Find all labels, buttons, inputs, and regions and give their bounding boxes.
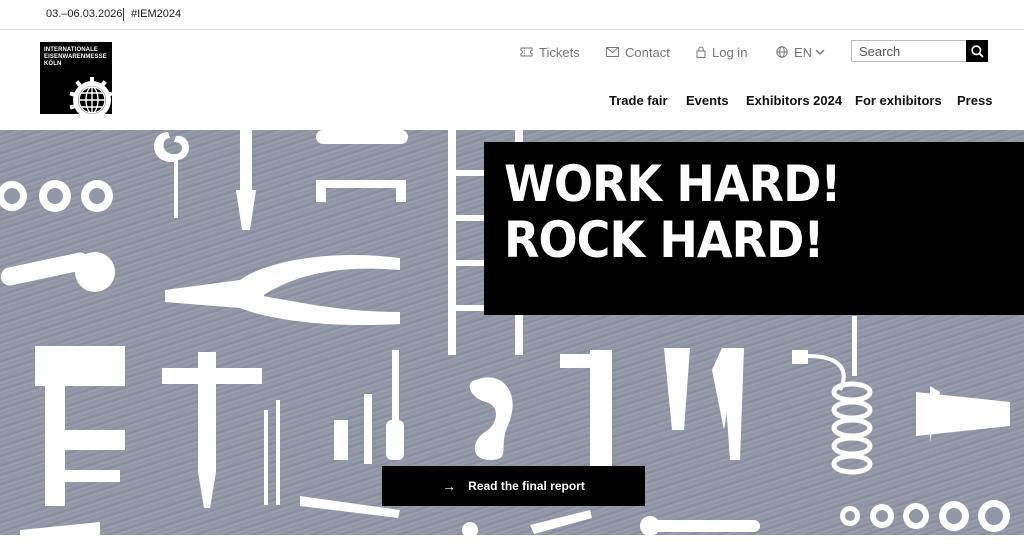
lock-icon — [696, 46, 706, 58]
hero-headline-line-2: ROCK HARD! — [504, 211, 824, 269]
chevron-down-icon — [815, 49, 825, 55]
search-icon — [970, 44, 984, 58]
tickets-label: Tickets — [539, 44, 580, 60]
contact-link[interactable]: Contact — [606, 42, 670, 62]
search-input[interactable] — [852, 41, 966, 61]
logo-line-2: EISENWARENMESSE — [44, 54, 107, 60]
site-header: INTERNATIONALE EISENWARENMESSE KÖLN Tick… — [0, 30, 1024, 130]
envelope-icon — [606, 47, 619, 57]
tickets-link[interactable]: Tickets — [520, 42, 580, 62]
event-date: 03.–06.03.2026 — [46, 8, 123, 20]
logo-line-1: INTERNATIONALE — [44, 47, 98, 53]
nav-for-exhibitors[interactable]: For exhibitors — [855, 93, 942, 111]
top-strip: 03.–06.03.2026 #IEM2024 — [0, 0, 1024, 30]
globe-icon — [776, 46, 788, 58]
hero-headline-line-1: WORK HARD! — [504, 155, 841, 213]
site-logo[interactable]: INTERNATIONALE EISENWARENMESSE KÖLN — [40, 42, 112, 114]
page-bottom-strip — [0, 535, 1024, 553]
language-selector[interactable]: EN — [776, 42, 825, 62]
arrow-right-icon: → — [442, 478, 457, 494]
nav-exhibitors-2024[interactable]: Exhibitors 2024 — [746, 93, 842, 111]
nav-press[interactable]: Press — [957, 93, 992, 111]
login-label: Log in — [712, 44, 748, 60]
logo-line-3: KÖLN — [44, 61, 62, 67]
read-final-report-label: Read the final report — [468, 479, 585, 493]
divider — [123, 8, 124, 21]
gear-globe-icon — [69, 77, 112, 114]
search-button[interactable] — [966, 40, 988, 62]
nav-events[interactable]: Events — [686, 93, 729, 111]
hero-banner: WORK HARD! ROCK HARD! → Read the final r… — [0, 130, 1024, 535]
hero-headline-box: WORK HARD! ROCK HARD! — [484, 142, 1024, 315]
ticket-icon — [520, 47, 533, 57]
event-hashtag[interactable]: #IEM2024 — [131, 8, 181, 20]
contact-label: Contact — [625, 44, 670, 60]
login-link[interactable]: Log in — [696, 42, 747, 62]
search-box — [851, 40, 988, 62]
torx-bit-icon — [0, 180, 113, 212]
read-final-report-button[interactable]: → Read the final report — [382, 466, 645, 506]
nav-trade-fair[interactable]: Trade fair — [609, 93, 668, 111]
language-label: EN — [794, 44, 813, 60]
